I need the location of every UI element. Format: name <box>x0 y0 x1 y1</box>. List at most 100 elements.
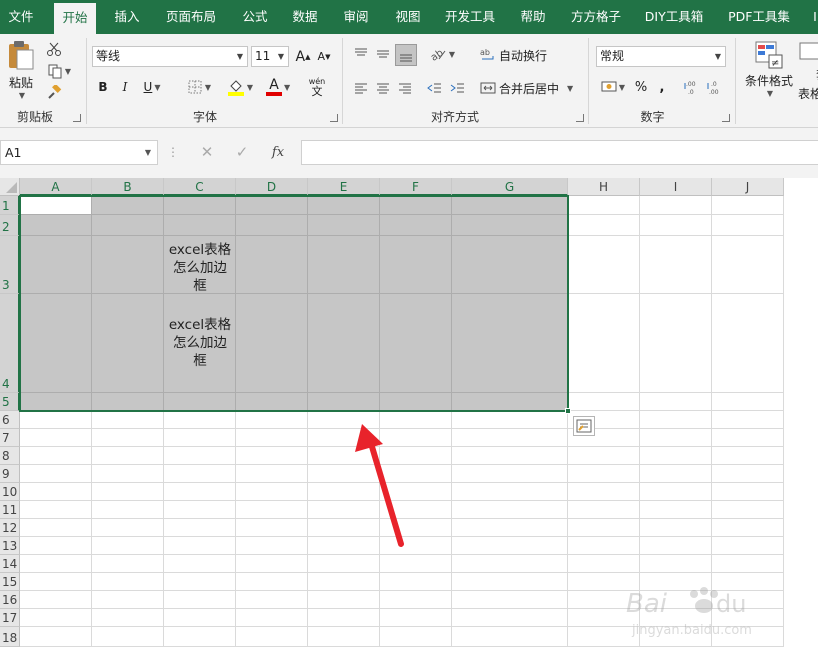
cell-E11[interactable] <box>308 501 380 519</box>
row-header-16[interactable]: 16 <box>0 591 20 609</box>
cell-F11[interactable] <box>380 501 452 519</box>
cell-C13[interactable] <box>164 537 236 555</box>
cell-C7[interactable] <box>164 429 236 447</box>
cell-A6[interactable] <box>20 411 92 429</box>
cell-I7[interactable] <box>640 429 712 447</box>
cell-E14[interactable] <box>308 555 380 573</box>
row-header-5[interactable]: 5 <box>0 393 20 411</box>
cell-D10[interactable] <box>236 483 308 501</box>
cell-J14[interactable] <box>712 555 784 573</box>
cell-C5[interactable] <box>164 393 236 411</box>
cell-A10[interactable] <box>20 483 92 501</box>
number-format-select[interactable]: 常规 ▼ <box>596 46 726 67</box>
cell-G11[interactable] <box>452 501 568 519</box>
cell-H10[interactable] <box>568 483 640 501</box>
bold-button[interactable]: B <box>94 77 112 97</box>
cell-I1[interactable] <box>640 196 712 215</box>
cell-G8[interactable] <box>452 447 568 465</box>
cell-F15[interactable] <box>380 573 452 591</box>
align-left-button[interactable] <box>351 78 371 98</box>
cell-G1[interactable] <box>452 196 568 215</box>
column-header-B[interactable]: B <box>92 178 164 196</box>
column-header-J[interactable]: J <box>712 178 784 196</box>
decrease-decimal-button[interactable]: .0.00 <box>706 77 726 97</box>
tab-3[interactable]: 插入 <box>106 0 148 34</box>
tab-11[interactable]: 方方格子 <box>563 0 629 34</box>
cell-E4[interactable] <box>308 294 380 393</box>
cell-G7[interactable] <box>452 429 568 447</box>
cell-J16[interactable] <box>712 591 784 609</box>
cell-C15[interactable] <box>164 573 236 591</box>
cell-F17[interactable] <box>380 609 452 627</box>
cell-C12[interactable] <box>164 519 236 537</box>
cell-E12[interactable] <box>308 519 380 537</box>
cell-B2[interactable] <box>92 215 164 236</box>
number-launcher-icon[interactable] <box>722 114 730 122</box>
align-middle-button[interactable] <box>373 44 393 64</box>
tab-14[interactable]: I <box>810 0 818 34</box>
cell-I14[interactable] <box>640 555 712 573</box>
cell-B5[interactable] <box>92 393 164 411</box>
percent-button[interactable]: % <box>632 77 650 97</box>
cell-H17[interactable] <box>568 609 640 627</box>
cell-G14[interactable] <box>452 555 568 573</box>
row-header-17[interactable]: 17 <box>0 609 20 627</box>
formula-input[interactable] <box>301 140 818 165</box>
shrink-font-button[interactable]: A ▼ <box>315 46 333 67</box>
cell-I5[interactable] <box>640 393 712 411</box>
cell-E1[interactable] <box>308 196 380 215</box>
font-size-select[interactable]: 11 ▼ <box>251 46 289 67</box>
cell-G18[interactable] <box>452 627 568 647</box>
cell-J2[interactable] <box>712 215 784 236</box>
cell-E10[interactable] <box>308 483 380 501</box>
cell-J5[interactable] <box>712 393 784 411</box>
cell-B11[interactable] <box>92 501 164 519</box>
cell-I15[interactable] <box>640 573 712 591</box>
cancel-edit-button[interactable]: ✕ <box>195 140 219 165</box>
cell-I12[interactable] <box>640 519 712 537</box>
cell-E15[interactable] <box>308 573 380 591</box>
cell-E3[interactable] <box>308 236 380 294</box>
cell-C2[interactable] <box>164 215 236 236</box>
cell-F8[interactable] <box>380 447 452 465</box>
font-name-select[interactable]: 等线 ▼ <box>92 46 248 67</box>
cell-A7[interactable] <box>20 429 92 447</box>
cell-G3[interactable] <box>452 236 568 294</box>
cell-E16[interactable] <box>308 591 380 609</box>
cell-J4[interactable] <box>712 294 784 393</box>
alignment-launcher-icon[interactable] <box>576 114 584 122</box>
cell-E17[interactable] <box>308 609 380 627</box>
cell-D8[interactable] <box>236 447 308 465</box>
row-header-14[interactable]: 14 <box>0 555 20 573</box>
cell-C9[interactable] <box>164 465 236 483</box>
cell-C10[interactable] <box>164 483 236 501</box>
cell-D2[interactable] <box>236 215 308 236</box>
cell-F5[interactable] <box>380 393 452 411</box>
paste-button[interactable]: 粘贴 ▼ <box>4 40 38 100</box>
cell-C6[interactable] <box>164 411 236 429</box>
tab-6[interactable]: 数据 <box>283 0 327 34</box>
align-top-button[interactable] <box>351 44 371 64</box>
cell-I2[interactable] <box>640 215 712 236</box>
row-header-15[interactable]: 15 <box>0 573 20 591</box>
cell-H11[interactable] <box>568 501 640 519</box>
comma-button[interactable]: , <box>654 77 670 97</box>
increase-decimal-button[interactable]: .00.0 <box>683 77 703 97</box>
tab-5[interactable]: 公式 <box>234 0 276 34</box>
underline-button[interactable]: U ▼ <box>138 77 166 97</box>
cell-J9[interactable] <box>712 465 784 483</box>
format-as-table-button[interactable]: 套 表格 <box>798 40 818 106</box>
phonetic-button[interactable]: wén 文 <box>302 74 332 100</box>
wrap-text-button[interactable]: ab 自动换行 <box>480 44 552 66</box>
cell-E18[interactable] <box>308 627 380 647</box>
row-header-1[interactable]: 1 <box>0 196 20 215</box>
cell-I8[interactable] <box>640 447 712 465</box>
row-header-2[interactable]: 2 <box>0 215 20 236</box>
cell-B17[interactable] <box>92 609 164 627</box>
tab-9[interactable]: 开发工具 <box>436 0 504 34</box>
cell-A18[interactable] <box>20 627 92 647</box>
cell-A17[interactable] <box>20 609 92 627</box>
cell-B8[interactable] <box>92 447 164 465</box>
cell-D1[interactable] <box>236 196 308 215</box>
cell-G16[interactable] <box>452 591 568 609</box>
